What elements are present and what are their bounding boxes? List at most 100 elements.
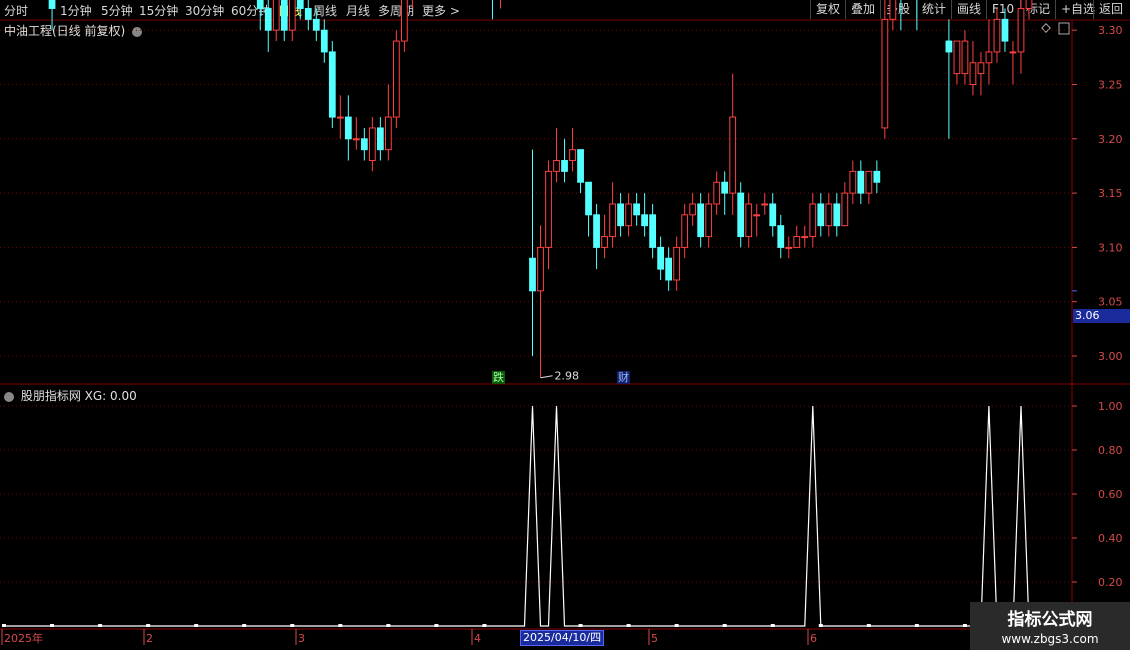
candle-body-up [673, 246, 681, 281]
candle-body-up [336, 116, 344, 119]
watermark-url: www.zbgs3.com [1001, 632, 1099, 646]
xg-zero-dot [98, 624, 103, 627]
candle-body-down [945, 40, 953, 53]
y-tick-label-sub: 0.40 [1098, 532, 1123, 545]
candle-body-down [641, 214, 648, 227]
candle-body-down [777, 225, 785, 248]
candle-body-up [625, 203, 632, 227]
candle-body-up [729, 116, 737, 194]
candle-body-up [609, 203, 616, 238]
candle-body-down [817, 203, 825, 227]
xg-zero-dot [674, 624, 679, 627]
candle-body-up [785, 246, 793, 249]
candle-body-down [633, 203, 640, 216]
candle-body-down [529, 257, 536, 292]
candle-body-up [881, 18, 889, 129]
xg-zero-dot [866, 624, 871, 627]
xg-zero-dot [770, 624, 775, 627]
time-label: 6 [810, 632, 817, 645]
candle-body-down [48, 0, 56, 9]
candle-body-down [617, 203, 624, 227]
y-tick-label-sub: 0.60 [1098, 488, 1123, 501]
candle-body-up [961, 40, 969, 75]
candle-body-down [697, 203, 705, 238]
xg-zero-dot [290, 624, 295, 627]
candle-body-down [649, 214, 657, 248]
candle-body-up [1009, 51, 1017, 54]
candle-body-down [857, 170, 865, 194]
candle-body-down [593, 214, 600, 248]
candle-body-down [256, 0, 264, 9]
candle-body-up [969, 62, 977, 85]
candle-body-up [849, 170, 857, 194]
candle-body-up [681, 214, 689, 248]
candle-body-up [352, 138, 360, 141]
candle-body-down [264, 7, 272, 31]
candle-body-up [753, 214, 761, 217]
xg-zero-dot [146, 624, 151, 627]
candle-body-up [825, 203, 833, 227]
candle-body-up [384, 116, 392, 151]
candle-body-up [865, 170, 873, 194]
chart-canvas[interactable]: 3.503.453.403.353.303.253.203.153.103.05… [0, 0, 1130, 650]
candle-body-up [537, 246, 544, 292]
candle-body-down [833, 203, 841, 227]
time-label: 3 [298, 632, 305, 645]
candle-body-down [280, 0, 288, 31]
xg-zero-dot [722, 624, 727, 627]
low-marker-line [540, 375, 553, 379]
candle-body-up [993, 18, 1001, 53]
time-label: 5 [651, 632, 658, 645]
xg-zero-dot [626, 624, 631, 627]
candle-body-up [569, 149, 576, 162]
candle-body-down [737, 192, 745, 238]
time-label: 4 [474, 632, 481, 645]
candle-body-down [320, 29, 328, 53]
candle-body-up [761, 203, 769, 206]
y-tick-label-sub: 1.00 [1098, 400, 1123, 413]
candle-body-down [376, 127, 384, 151]
candle-body-up [545, 170, 552, 248]
candle-body-up [689, 203, 697, 216]
xg-zero-dot [242, 624, 247, 627]
candle-body-up [288, 0, 296, 31]
xg-zero-dot [338, 624, 343, 627]
candle-body-up [601, 236, 608, 248]
low-price-label: 2.98 [555, 370, 580, 383]
diamond-icon [1041, 23, 1051, 33]
y-tick-label-main: 3.25 [1098, 79, 1123, 92]
xg-zero-dot [194, 624, 199, 627]
y-tick-label-main: 3.05 [1098, 296, 1123, 309]
candle-body-down [561, 160, 568, 172]
candle-body-up [745, 203, 753, 238]
y-tick-label-sub: 0.80 [1098, 444, 1123, 457]
xg-zero-dot [914, 624, 919, 627]
signal-die-label: 跌 [492, 371, 505, 384]
xg-zero-dot [434, 624, 439, 627]
xg-zero-dot [962, 624, 967, 627]
candle-body-up [272, 0, 280, 31]
cursor-date-tag: 2025/04/10/四 [520, 630, 605, 646]
candle-body-down [585, 181, 592, 216]
candle-body-up [809, 203, 817, 238]
candle-body-up [392, 40, 400, 118]
candle-body-down [721, 181, 729, 194]
xg-zero-dot [818, 624, 823, 627]
candle-body-down [873, 170, 881, 183]
y-tick-label-main: 3.15 [1098, 187, 1123, 200]
signal-cai-label: 财 [617, 371, 630, 384]
y-tick-label-main: 3.20 [1098, 133, 1123, 146]
candle-body-up [793, 236, 801, 248]
candle-body-down [665, 257, 673, 281]
candle-body-down [360, 138, 368, 151]
candle-body-down [769, 203, 777, 227]
candle-body-down [296, 0, 304, 9]
candle-body-up [953, 40, 961, 75]
time-label: 2025年 [4, 631, 43, 645]
candle-body-down [657, 246, 665, 270]
candle-body-up [841, 192, 849, 227]
candle-body-up [705, 203, 713, 238]
xg-zero-dot [578, 624, 583, 627]
xg-zero-dot [50, 624, 55, 627]
candle-body-up [713, 181, 721, 205]
